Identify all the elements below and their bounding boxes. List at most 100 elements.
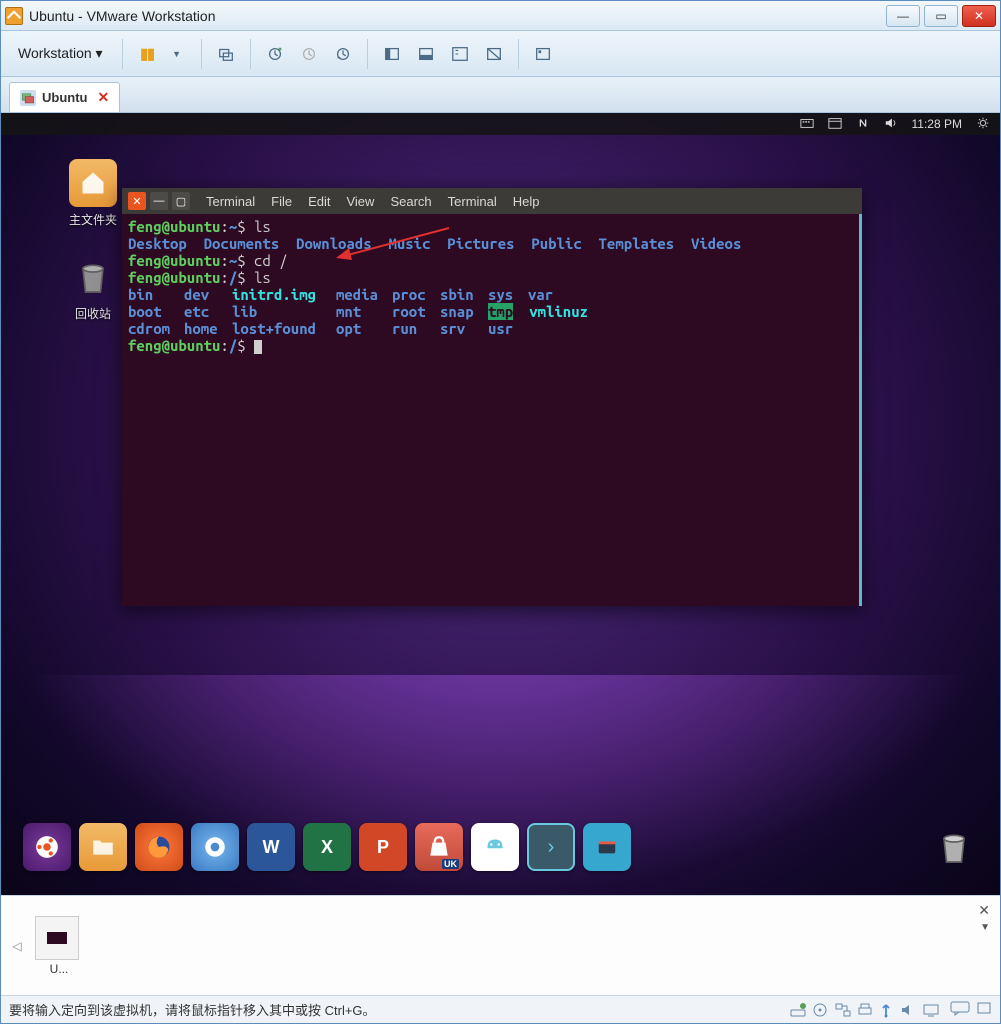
vm-tab-icon — [20, 90, 36, 106]
dock-app[interactable] — [583, 823, 631, 871]
stretch-button[interactable] — [480, 40, 508, 68]
take-snapshot-button[interactable] — [261, 40, 289, 68]
snapshot-button[interactable] — [212, 40, 240, 68]
close-button[interactable]: ✕ — [962, 5, 996, 27]
dock-powerpoint[interactable]: P — [359, 823, 407, 871]
volume-icon[interactable] — [884, 116, 898, 133]
status-cd-icon[interactable] — [812, 1002, 830, 1018]
trash-icon — [69, 253, 117, 301]
ls-item: cdrom — [128, 320, 184, 337]
settings-gear-icon[interactable] — [976, 116, 990, 133]
ls-item: boot — [128, 303, 184, 320]
dock-word[interactable]: W — [247, 823, 295, 871]
terminal-window[interactable]: ✕ — ▢ Terminal File Edit View Search Ter… — [122, 188, 862, 606]
dock-files[interactable] — [79, 823, 127, 871]
ls-item: media — [336, 286, 392, 303]
ls-item: Desktop — [128, 235, 187, 252]
vm-thumbnail[interactable]: U... — [35, 916, 83, 976]
terminal-menu-item[interactable]: Edit — [302, 192, 336, 211]
status-disk-icon[interactable] — [790, 1002, 808, 1018]
ls-item: vmlinuz — [529, 303, 588, 320]
ls-item: mnt — [336, 303, 392, 320]
tab-close-icon[interactable]: ✕ — [97, 89, 109, 106]
ls-item: etc — [184, 303, 232, 320]
dock-excel[interactable]: X — [303, 823, 351, 871]
thumb-nav-left[interactable]: ◁ — [9, 916, 25, 976]
workstation-menu[interactable]: Workstation ▾ — [9, 40, 112, 67]
status-network-icon[interactable] — [834, 1002, 852, 1018]
pause-button[interactable]: ▮▮ — [133, 40, 161, 68]
ubuntu-dock: W X P UK › — [17, 817, 984, 877]
thumbnail-bar-button[interactable] — [529, 40, 557, 68]
thumbnail-bar-dropdown[interactable]: ▼ — [980, 922, 990, 933]
ls-item: var — [528, 286, 553, 303]
prompt-user: feng@ubuntu — [128, 337, 220, 354]
desktop-icon-label: 主文件夹 — [61, 211, 125, 228]
command: cd / — [254, 252, 288, 269]
prompt-path: / — [229, 337, 237, 354]
dock-android[interactable] — [471, 823, 519, 871]
status-bar: 要将输入定向到该虚拟机，请将鼠标指针移入其中或按 Ctrl+G。 — [1, 995, 1000, 1023]
ls-item: Downloads — [296, 235, 372, 252]
dock-chromium[interactable] — [191, 823, 239, 871]
terminal-minimize-button[interactable]: — — [150, 192, 168, 210]
desktop-icon-trash[interactable]: 回收站 — [61, 253, 125, 322]
separator — [250, 39, 251, 69]
separator — [201, 39, 202, 69]
status-message-icon[interactable] — [950, 1000, 970, 1019]
ls-item: sbin — [440, 286, 488, 303]
ls-item: usr — [488, 320, 513, 337]
snapshot-manager-button[interactable] — [329, 40, 357, 68]
thumbnail-bar: ◁ U... ✕ ▼ — [1, 895, 1000, 995]
unity-button[interactable] — [446, 40, 474, 68]
dock-shopping[interactable]: UK — [415, 823, 463, 871]
ls-item: initrd.img — [232, 286, 336, 303]
revert-snapshot-button[interactable] — [295, 40, 323, 68]
window-title: Ubuntu - VMware Workstation — [29, 8, 886, 24]
network-icon[interactable] — [856, 116, 870, 133]
calendar-icon[interactable] — [828, 116, 842, 133]
terminal-close-button[interactable]: ✕ — [128, 192, 146, 210]
clock[interactable]: 11:28 PM — [912, 117, 962, 131]
terminal-menu-item[interactable]: Help — [507, 192, 546, 211]
fullscreen-button[interactable] — [412, 40, 440, 68]
status-expand-icon[interactable] — [976, 1000, 992, 1019]
status-printer-icon[interactable] — [856, 1002, 874, 1018]
minimize-button[interactable]: — — [886, 5, 920, 27]
ls-item: run — [392, 320, 440, 337]
maximize-button[interactable]: ▭ — [924, 5, 958, 27]
dock-terminal-active[interactable]: › — [527, 823, 575, 871]
terminal-menu-item[interactable]: Terminal — [442, 192, 503, 211]
terminal-maximize-button[interactable]: ▢ — [172, 192, 190, 210]
prompt-user: feng@ubuntu — [128, 252, 220, 269]
dock-show-apps[interactable] — [23, 823, 71, 871]
terminal-menu-item[interactable]: Search — [384, 192, 437, 211]
dock-trash[interactable] — [930, 823, 978, 871]
separator — [367, 39, 368, 69]
desktop-icon-home[interactable]: 主文件夹 — [61, 159, 125, 228]
ls-item: Videos — [691, 235, 741, 252]
terminal-menu-item[interactable]: Terminal — [200, 192, 261, 211]
status-hint: 要将输入定向到该虚拟机，请将鼠标指针移入其中或按 Ctrl+G。 — [9, 1000, 376, 1019]
command: ls — [254, 269, 271, 286]
vm-tab-ubuntu[interactable]: Ubuntu ✕ — [9, 82, 120, 112]
status-usb-icon[interactable] — [878, 1002, 896, 1018]
separator — [122, 39, 123, 69]
prompt-user: feng@ubuntu — [128, 269, 220, 286]
thumbnail-bar-close[interactable]: ✕ — [978, 902, 990, 919]
terminal-menu-item[interactable]: View — [340, 192, 380, 211]
vm-viewport[interactable]: 11:28 PM 主文件夹 回收站 ✕ — ▢ Terminal File — [1, 113, 1000, 895]
dock-firefox[interactable] — [135, 823, 183, 871]
status-sound-icon[interactable] — [900, 1002, 918, 1018]
show-console-button[interactable] — [378, 40, 406, 68]
command: ls — [254, 218, 271, 235]
tabs-row: Ubuntu ✕ — [1, 77, 1000, 113]
status-display-icon[interactable] — [922, 1002, 940, 1018]
terminal-body[interactable]: feng@ubuntu:~$ ls Desktop Documents Down… — [122, 214, 862, 606]
ls-item: root — [392, 303, 440, 320]
ls-item: home — [184, 320, 232, 337]
power-dropdown[interactable]: ▼ — [163, 40, 191, 68]
terminal-menu-item[interactable]: File — [265, 192, 298, 211]
keyboard-icon[interactable] — [800, 116, 814, 133]
thumbnail-preview — [35, 916, 79, 960]
